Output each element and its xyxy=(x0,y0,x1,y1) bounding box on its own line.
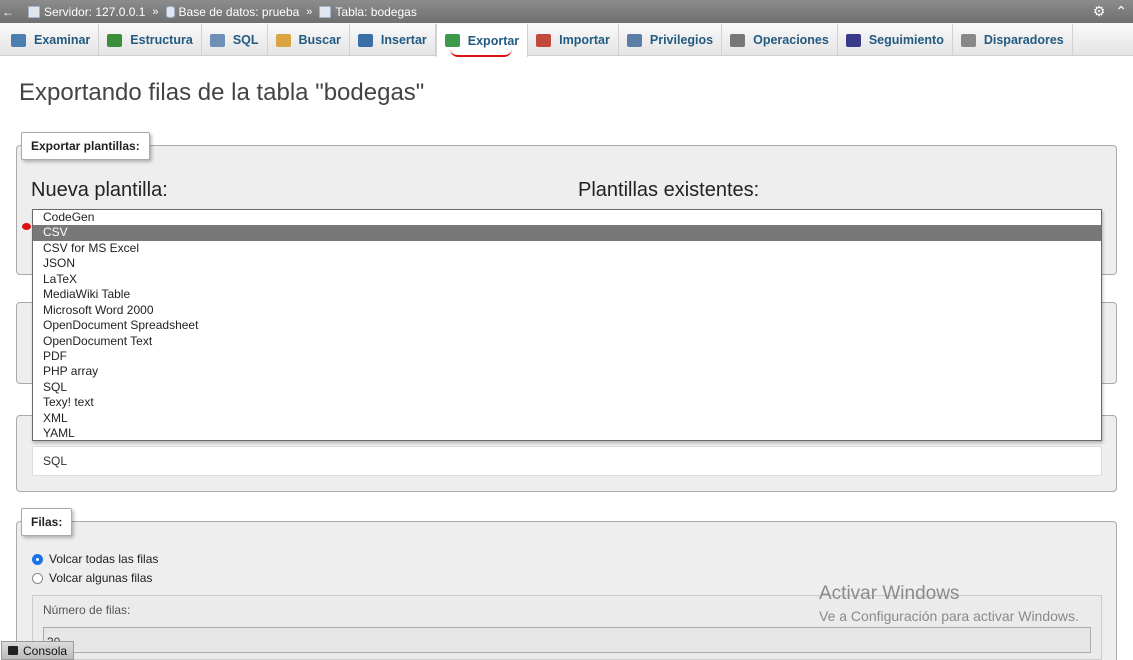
watermark-line1: Activar Windows xyxy=(819,583,960,604)
tab-buscar[interactable]: Buscar xyxy=(268,24,350,56)
collapse-icon[interactable]: ⌃ xyxy=(1115,3,1127,20)
tab-label: Operaciones xyxy=(753,33,829,47)
export-icon xyxy=(444,34,460,47)
annotation-underline xyxy=(450,49,512,57)
format-option[interactable]: CSV for MS Excel xyxy=(33,241,1101,256)
format-option[interactable]: MediaWiki Table xyxy=(33,287,1101,302)
dump-all-label[interactable]: Volcar todas las filas xyxy=(49,552,158,566)
tab-importar[interactable]: Importar xyxy=(528,24,619,56)
format-option[interactable]: OpenDocument Text xyxy=(33,334,1101,349)
breadcrumb-database[interactable]: Base de datos: prueba xyxy=(165,5,300,19)
console-icon xyxy=(8,646,18,655)
tab-label: Examinar xyxy=(34,33,91,47)
tab-label: Privilegios xyxy=(649,33,714,47)
existing-templates-label: Plantillas existentes: xyxy=(578,179,760,201)
format-select-value: SQL xyxy=(43,454,68,468)
format-option[interactable]: SQL xyxy=(33,380,1101,395)
tab-label: Estructura xyxy=(130,33,193,47)
tab-label: Insertar xyxy=(380,33,427,47)
breadcrumb-separator: » xyxy=(152,5,159,18)
tab-seguimiento[interactable]: Seguimiento xyxy=(838,24,953,56)
breadcrumb-server-label[interactable]: Servidor: 127.0.0.1 xyxy=(44,5,145,19)
breadcrumb-server[interactable]: Servidor: 127.0.0.1 xyxy=(28,5,145,19)
operations-icon xyxy=(730,33,746,47)
privileges-icon xyxy=(626,33,642,47)
tab-label: Importar xyxy=(559,33,610,47)
tab-label: Disparadores xyxy=(983,33,1064,47)
console-label: Consola xyxy=(23,643,68,658)
export-templates-legend: Exportar plantillas: xyxy=(21,132,150,160)
console-button[interactable]: Consola xyxy=(1,641,75,660)
tab-label: Exportar xyxy=(467,33,520,48)
format-option[interactable]: OpenDocument Spreadsheet xyxy=(33,318,1101,333)
triggers-icon xyxy=(960,33,976,47)
format-option[interactable]: CodeGen xyxy=(33,210,1101,225)
format-select[interactable]: SQL xyxy=(32,446,1102,476)
server-icon xyxy=(28,5,40,18)
dump-some-rows-option[interactable]: Volcar algunas filas xyxy=(32,571,152,585)
watermark-line2: Ve a Configuración para activar Windows. xyxy=(819,608,1079,624)
radio-dump-some[interactable] xyxy=(32,572,43,584)
new-template-label: Nueva plantilla: xyxy=(31,179,168,201)
breadcrumb-table[interactable]: Tabla: bodegas xyxy=(319,5,417,19)
breadcrumb-table-label[interactable]: Tabla: bodegas xyxy=(335,5,416,19)
dump-some-label[interactable]: Volcar algunas filas xyxy=(49,571,152,585)
num-rows-input[interactable]: 30 xyxy=(43,627,1091,653)
tab-label: Buscar xyxy=(298,33,341,47)
tracking-icon xyxy=(845,33,861,47)
browse-icon xyxy=(11,33,26,47)
format-option[interactable]: PDF xyxy=(33,349,1101,364)
import-icon xyxy=(536,33,552,47)
radio-dump-all[interactable] xyxy=(32,553,43,565)
dump-all-rows-option[interactable]: Volcar todas las filas xyxy=(32,552,158,566)
format-option[interactable]: XML xyxy=(33,411,1101,426)
breadcrumb-separator: » xyxy=(306,5,313,18)
insert-icon xyxy=(357,33,373,47)
back-arrow-icon[interactable]: ← xyxy=(2,5,16,19)
tab-sql[interactable]: SQL xyxy=(202,24,268,56)
page-title: Exportando filas de la tabla "bodegas" xyxy=(19,79,425,106)
structure-icon xyxy=(107,33,123,47)
format-option[interactable]: Texy! text xyxy=(33,395,1101,410)
format-option[interactable]: JSON xyxy=(33,256,1101,271)
tab-bar: Examinar Estructura SQL Buscar Insertar Expor… xyxy=(0,23,1133,57)
tab-privilegios[interactable]: Privilegios xyxy=(619,24,723,56)
tab-operaciones[interactable]: Operaciones xyxy=(722,24,838,56)
format-option[interactable]: CSV xyxy=(33,225,1101,241)
breadcrumb-database-label[interactable]: Base de datos: prueba xyxy=(179,5,300,19)
breadcrumb: ← Servidor: 127.0.0.1 » Base de datos: p… xyxy=(0,0,1133,23)
format-option[interactable]: PHP array xyxy=(33,364,1101,379)
database-icon xyxy=(165,5,175,18)
windows-activation-watermark: Activar Windows Ve a Configuración para … xyxy=(819,583,1079,624)
tab-label: Seguimiento xyxy=(868,33,944,47)
sql-icon xyxy=(209,33,225,47)
format-option[interactable]: Microsoft Word 2000 xyxy=(33,303,1101,318)
annotation-mark xyxy=(22,223,31,230)
tab-estructura[interactable]: Estructura xyxy=(99,24,202,56)
tab-insertar[interactable]: Insertar xyxy=(350,24,436,56)
num-rows-label: Número de filas: xyxy=(43,603,131,617)
format-dropdown-list[interactable]: CodeGen CSV CSV for MS Excel JSON LaTeX Media… xyxy=(32,209,1102,441)
tab-disparadores[interactable]: Disparadores xyxy=(953,24,1073,56)
gear-icon[interactable]: ⚙ xyxy=(1093,3,1106,20)
format-option[interactable]: LaTeX xyxy=(33,272,1101,287)
tab-examinar[interactable]: Examinar xyxy=(3,24,100,56)
search-icon xyxy=(275,33,291,47)
rows-legend: Filas: xyxy=(21,508,73,536)
tab-label: SQL xyxy=(232,33,259,47)
format-option[interactable]: YAML xyxy=(33,426,1101,441)
table-icon xyxy=(319,5,332,18)
